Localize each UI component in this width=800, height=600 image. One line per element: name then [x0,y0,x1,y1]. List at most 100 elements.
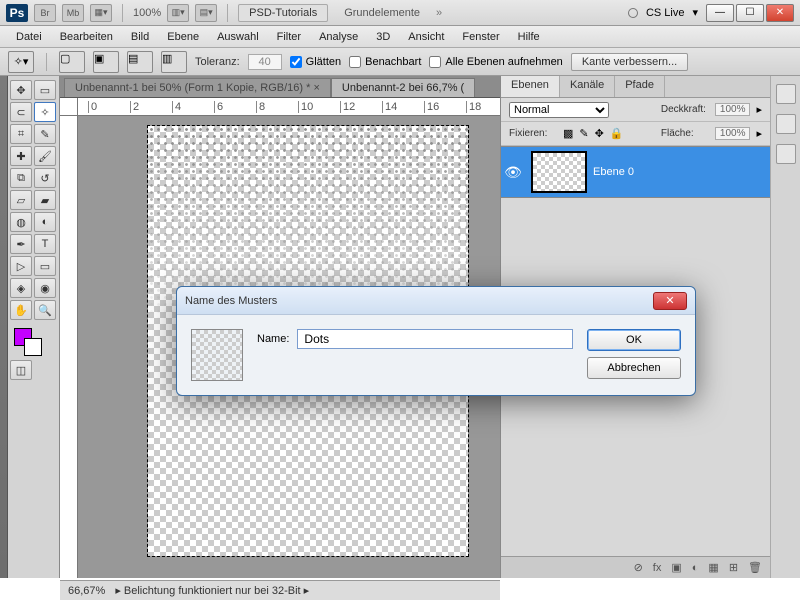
gradient-tool[interactable]: ▰ [34,190,56,210]
menu-file[interactable]: Datei [8,29,50,45]
lock-pixels-icon[interactable]: ✎ [579,127,588,140]
workspace-tab[interactable]: Grundelemente [334,5,430,21]
marquee-tool[interactable]: ▭ [34,80,56,100]
blur-tool[interactable]: ◍ [10,212,32,232]
dialog-titlebar[interactable]: Name des Musters ✕ [177,287,695,315]
menu-layer[interactable]: Ebene [159,29,207,45]
zoom-level[interactable]: 100% [133,7,161,19]
status-zoom[interactable]: 66,67% [68,585,105,597]
selection-mode-intersect[interactable]: ▥ [161,51,187,73]
selection-mode-sub[interactable]: ▤ [127,51,153,73]
cslive-icon [628,8,638,18]
workspace-tab-active[interactable]: PSD-Tutorials [238,4,328,22]
opacity-value[interactable]: 100% [715,103,751,116]
heal-tool[interactable]: ✚ [10,146,32,166]
blend-mode-select[interactable]: Normal [509,102,609,118]
link-icon[interactable]: ⊘ [634,561,643,574]
refine-edge-button[interactable]: Kante verbessern... [571,53,688,71]
hand-tool[interactable]: ✋ [10,300,32,320]
fx-icon[interactable]: fx [653,562,662,574]
background-color[interactable] [24,338,42,356]
stamp-tool[interactable]: ⧉ [10,168,32,188]
window-maximize[interactable]: ☐ [736,4,764,22]
mask-icon[interactable]: ▣ [671,561,681,574]
magic-wand-tool[interactable]: ✧ [34,102,56,122]
cancel-button[interactable]: Abbrechen [587,357,681,379]
panel-tab-paths[interactable]: Pfade [615,76,665,97]
contiguous-checkbox[interactable]: Benachbart [349,56,421,68]
ruler-vertical[interactable] [60,116,78,578]
screenmode-button[interactable]: ▥▾ [167,4,189,22]
3d-camera-tool[interactable]: ◉ [34,278,56,298]
panel-icon-adjustments[interactable] [776,114,796,134]
lock-transparency-icon[interactable]: ▩ [563,127,573,140]
status-info[interactable]: ▸ Belichtung funktioniert nur bei 32-Bit… [115,584,309,597]
cslive-label[interactable]: CS Live [646,7,685,19]
document-tabs: Unbenannt-1 bei 50% (Form 1 Kopie, RGB/1… [60,76,500,98]
3d-tool[interactable]: ◈ [10,278,32,298]
menu-help[interactable]: Hilfe [510,29,548,45]
current-tool-icon[interactable]: ✧▾ [8,51,34,73]
trash-icon[interactable]: 🗑 [748,561,762,574]
quickmask-toggle[interactable]: ◫ [10,360,32,380]
adjustment-icon[interactable]: ◐ [692,562,699,574]
visibility-icon[interactable]: 👁 [501,164,525,181]
panel-icon-layers[interactable] [776,84,796,104]
ok-button[interactable]: OK [587,329,681,351]
panel-tab-channels[interactable]: Kanäle [560,76,615,97]
layer-row[interactable]: 👁 Ebene 0 [501,146,770,198]
left-gutter [0,76,8,578]
type-tool[interactable]: T [34,234,56,254]
menu-image[interactable]: Bild [123,29,157,45]
menu-window[interactable]: Fenster [454,29,507,45]
menu-3d[interactable]: 3D [368,29,398,45]
all-layers-checkbox[interactable]: Alle Ebenen aufnehmen [429,56,562,68]
lock-all-icon[interactable]: 🔒 [610,127,624,140]
workspace-more[interactable]: » [436,7,442,19]
selection-mode-add[interactable]: ▣ [93,51,119,73]
shape-tool[interactable]: ▭ [34,256,56,276]
fill-value[interactable]: 100% [715,127,751,140]
extras-button[interactable]: ▤▾ [195,4,217,22]
panel-icon-styles[interactable] [776,144,796,164]
window-close[interactable]: ✕ [766,4,794,22]
selection-mode-new[interactable]: ▢ [59,51,85,73]
menu-edit[interactable]: Bearbeiten [52,29,121,45]
brush-tool[interactable]: 🖌 [34,146,56,166]
minibridge-button[interactable]: Mb [62,4,84,22]
panel-tab-layers[interactable]: Ebenen [501,76,560,97]
dialog-close-button[interactable]: ✕ [653,292,687,310]
pen-tool[interactable]: ✒ [10,234,32,254]
doc-tab-1[interactable]: Unbenannt-1 bei 50% (Form 1 Kopie, RGB/1… [64,78,331,97]
menu-select[interactable]: Auswahl [209,29,267,45]
eyedropper-tool[interactable]: ✎ [34,124,56,144]
collapsed-panels [770,76,800,578]
antialias-checkbox[interactable]: Glätten [290,56,341,68]
bridge-button[interactable]: Br [34,4,56,22]
path-select-tool[interactable]: ▷ [10,256,32,276]
close-icon[interactable]: × [313,82,319,94]
layer-thumbnail[interactable] [531,151,587,193]
zoom-tool[interactable]: 🔍 [34,300,56,320]
dodge-tool[interactable]: ◐ [34,212,56,232]
arrange-button[interactable]: ▦▾ [90,4,112,22]
color-swatches[interactable] [10,328,57,358]
crop-tool[interactable]: ⌗ [10,124,32,144]
ruler-horizontal[interactable]: 02 46 810 1214 1618 [78,98,500,116]
menu-view[interactable]: Ansicht [400,29,452,45]
tolerance-input[interactable] [248,54,282,70]
window-minimize[interactable]: — [706,4,734,22]
new-layer-icon[interactable]: ⊞ [729,561,738,574]
menu-analysis[interactable]: Analyse [311,29,366,45]
eraser-tool[interactable]: ▱ [10,190,32,210]
lock-position-icon[interactable]: ✥ [595,127,604,140]
ruler-origin[interactable] [60,98,78,116]
menu-filter[interactable]: Filter [269,29,309,45]
group-icon[interactable]: ▦ [708,561,718,574]
history-brush-tool[interactable]: ↺ [34,168,56,188]
doc-tab-2[interactable]: Unbenannt-2 bei 66,7% ( [331,78,475,97]
move-tool[interactable]: ✥ [10,80,32,100]
pattern-name-input[interactable] [297,329,573,349]
layer-name[interactable]: Ebene 0 [593,166,634,178]
lasso-tool[interactable]: ⊂ [10,102,32,122]
